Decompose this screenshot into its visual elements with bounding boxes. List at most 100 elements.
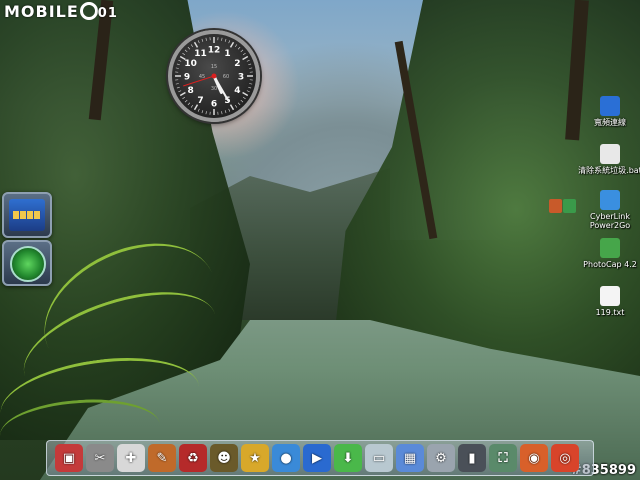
- batch-file-icon: [600, 144, 620, 164]
- clock-tick: [234, 44, 238, 48]
- clock-subdial-label: 15: [211, 64, 217, 70]
- clock-tick: [175, 83, 179, 85]
- power-icon[interactable]: [549, 199, 562, 213]
- clock-numeral: 1: [224, 49, 230, 59]
- clock-tick: [221, 111, 223, 115]
- clock-tick: [229, 104, 235, 111]
- clock-tick: [187, 102, 191, 106]
- clock-tick: [178, 59, 182, 62]
- clock-numeral: 6: [211, 100, 217, 110]
- power2go-icon: [600, 190, 620, 210]
- drive-icon[interactable]: ▭: [365, 444, 393, 472]
- tools-icon[interactable]: ✂: [86, 444, 114, 472]
- clock-tick: [246, 90, 250, 93]
- clock-tick: [205, 111, 207, 115]
- clock-tick: [175, 67, 179, 69]
- broadband-icon: [600, 96, 620, 116]
- radar-gadget[interactable]: [2, 240, 52, 286]
- clock-numeral: 2: [234, 59, 240, 69]
- application-dock: ▣ ✂ ✚ ✎ ♻ ☻ ★ ● ▶ ⬇ ▭ ▦ ⚙ ▮ ⛶ ◉ ◎: [46, 440, 594, 476]
- clock-tick: [201, 110, 204, 114]
- clock-tick: [224, 110, 227, 114]
- clock-tick: [179, 91, 186, 97]
- clock-tick: [242, 52, 246, 56]
- clock-tick: [228, 108, 231, 112]
- water-drop-icon[interactable]: ●: [272, 444, 300, 472]
- settings-icon[interactable]: ⚙: [427, 444, 455, 472]
- desktop-shortcut[interactable]: PhotoCap 4.2: [578, 238, 640, 269]
- clock-numeral: 4: [234, 86, 240, 96]
- clock-tick: [246, 59, 250, 62]
- clock-tick: [205, 37, 207, 41]
- paint-brush-icon[interactable]: ✎: [148, 444, 176, 472]
- clock-face: 12123456789101115453060: [175, 37, 253, 115]
- clock-tick: [184, 99, 188, 103]
- clock-subdial-label: 60: [223, 74, 229, 80]
- clock-tick: [240, 99, 244, 103]
- clock-tick: [182, 96, 186, 100]
- recycle-bin-icon[interactable]: ♻: [179, 444, 207, 472]
- clock-tick: [221, 37, 223, 41]
- first-aid-icon[interactable]: ✚: [117, 444, 145, 472]
- clock-tick: [229, 41, 235, 48]
- clock-tick: [190, 104, 194, 108]
- download-icon[interactable]: ⬇: [334, 444, 362, 472]
- radar-icon: [10, 246, 46, 282]
- mask-icon[interactable]: ☻: [210, 444, 238, 472]
- mini-tray-icons[interactable]: [549, 198, 579, 214]
- clock-numeral: 7: [197, 96, 203, 106]
- desktop-shortcut[interactable]: 寬頻連線: [578, 96, 640, 127]
- red-app-icon[interactable]: ▣: [55, 444, 83, 472]
- desktop-shortcut[interactable]: CyberLink Power2Go: [578, 190, 640, 230]
- clock-tick: [190, 44, 194, 48]
- media-player-icon[interactable]: ▶: [303, 444, 331, 472]
- clock-tick: [242, 91, 249, 97]
- site-watermark-logo: MOBILE 01: [4, 2, 118, 24]
- clock-numeral: 11: [194, 49, 207, 59]
- desktop-shortcut-label: 寬頻連線: [594, 118, 626, 127]
- clock-numeral: 10: [184, 59, 197, 69]
- clock-tick: [237, 46, 241, 50]
- picture-viewer-icon[interactable]: ▦: [396, 444, 424, 472]
- chrome-icon[interactable]: ◎: [551, 444, 579, 472]
- clock-tick: [248, 86, 252, 89]
- clock-numeral: 8: [187, 86, 193, 96]
- clock-tick: [224, 38, 227, 42]
- desktop-shortcut-label: 119.txt: [595, 308, 625, 317]
- desktop-shortcut-label: CyberLink Power2Go: [589, 212, 631, 230]
- clock-gadget[interactable]: 12123456789101115453060: [168, 30, 260, 122]
- clock-tick: [201, 38, 204, 42]
- clock-tick: [242, 96, 246, 100]
- slideshow-thumbs: [13, 211, 41, 219]
- desktop-background: [0, 0, 640, 480]
- clock-tick: [176, 86, 180, 89]
- watermark-ring: [79, 2, 98, 20]
- clock-subdial-label: 30: [211, 86, 217, 92]
- network-icon[interactable]: ⛶: [489, 444, 517, 472]
- desktop-shortcut-label: 清除系統垃圾.bat: [578, 166, 640, 175]
- text-file-icon: [600, 286, 620, 306]
- clock-numeral: 3: [238, 73, 244, 83]
- photocap-icon: [600, 238, 620, 258]
- clock-tick: [228, 40, 231, 44]
- clock-tick: [248, 63, 252, 66]
- clock-tick: [182, 52, 186, 56]
- watermark-text: MOBILE: [4, 2, 79, 21]
- watermark-suffix: 01: [97, 6, 118, 21]
- desktop-shortcut[interactable]: 清除系統垃圾.bat: [578, 144, 640, 175]
- green-app-icon[interactable]: [563, 199, 576, 213]
- clock-tick: [193, 41, 199, 48]
- clock-tick: [178, 90, 182, 93]
- clock-tick: [176, 63, 180, 66]
- clock-tick: [187, 46, 191, 50]
- clock-tick: [240, 49, 244, 53]
- slideshow-gadget[interactable]: [2, 192, 52, 238]
- computer-tower-icon[interactable]: ▮: [458, 444, 486, 472]
- firefox-icon[interactable]: ◉: [520, 444, 548, 472]
- clock-tick: [249, 83, 253, 85]
- clock-tick: [242, 55, 249, 61]
- game-gold-icon[interactable]: ★: [241, 444, 269, 472]
- desktop-shortcut-label: PhotoCap 4.2: [583, 260, 637, 269]
- desktop-shortcut[interactable]: 119.txt: [578, 286, 640, 317]
- clock-tick: [234, 104, 238, 108]
